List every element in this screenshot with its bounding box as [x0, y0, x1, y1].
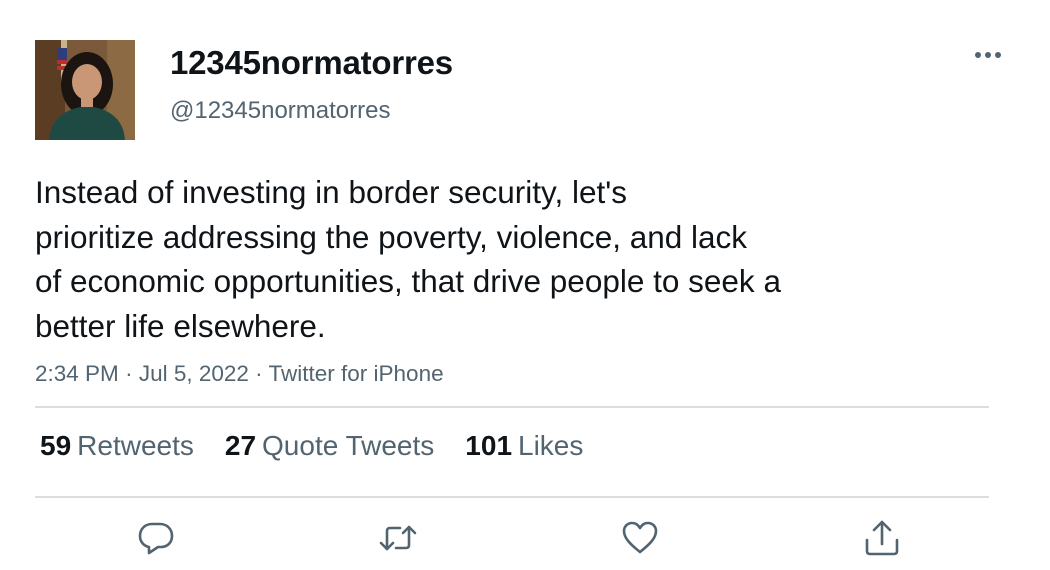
reply-icon[interactable]: [134, 516, 178, 560]
tweet-text-line: better life elsewhere.: [35, 307, 326, 344]
more-horizontal-icon[interactable]: [970, 40, 1006, 70]
quote-tweets-stat[interactable]: 27 Quote Tweets: [225, 430, 434, 462]
share-icon[interactable]: [860, 516, 904, 560]
likes-label: Likes: [518, 430, 584, 461]
avatar[interactable]: [35, 40, 135, 140]
tweet-meta: 2:34 PM · Jul 5, 2022 · Twitter for iPho…: [35, 361, 444, 387]
tweet-text-line: prioritize addressing the poverty, viole…: [35, 218, 748, 255]
meta-separator: ·: [125, 361, 139, 386]
retweets-label: Retweets: [77, 430, 194, 461]
tweet-source[interactable]: Twitter for iPhone: [269, 361, 444, 386]
avatar-photo: [35, 40, 135, 140]
retweets-stat[interactable]: 59 Retweets: [40, 430, 194, 462]
tweet-text: Instead of investing in border security,…: [35, 170, 935, 348]
tweet-time[interactable]: 2:34 PM: [35, 361, 119, 386]
retweet-icon[interactable]: [376, 516, 420, 560]
quote-tweets-count: 27: [224, 430, 257, 461]
meta-separator: ·: [255, 361, 269, 386]
tweet-date[interactable]: Jul 5, 2022: [139, 361, 249, 386]
tweet-text-line: of economic opportunities, that drive pe…: [35, 263, 781, 299]
divider: [35, 496, 989, 498]
heart-icon[interactable]: [618, 516, 662, 560]
display-name[interactable]: 12345normatorres: [170, 44, 453, 82]
retweets-count: 59: [40, 430, 72, 461]
user-handle[interactable]: @12345normatorres: [170, 97, 390, 125]
quote-tweets-label: Quote Tweets: [262, 430, 435, 461]
tweet-text-line: Instead of investing in border security,…: [35, 174, 627, 210]
likes-count: 101: [465, 430, 513, 461]
divider: [35, 406, 989, 408]
engagement-stats: 59 Retweets 27 Quote Tweets 101 Likes: [40, 430, 614, 462]
likes-stat[interactable]: 101 Likes: [465, 430, 583, 462]
